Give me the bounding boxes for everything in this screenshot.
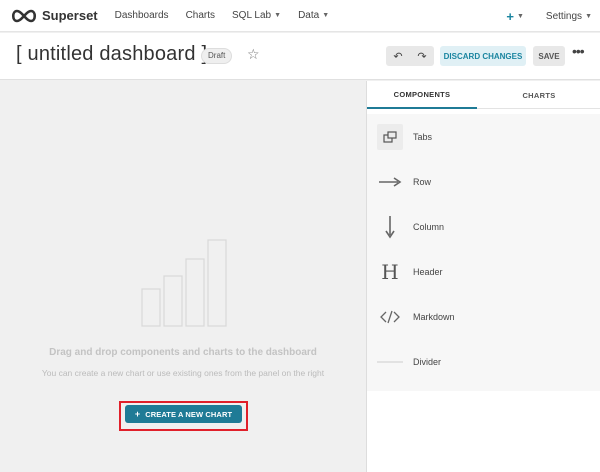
component-label: Divider bbox=[413, 356, 442, 367]
empty-state-title: Drag and drop components and charts to t… bbox=[49, 347, 317, 358]
undo-redo-group: ↶ ↷ bbox=[386, 46, 434, 66]
star-icon[interactable]: ☆ bbox=[247, 46, 260, 63]
divider-icon bbox=[377, 349, 403, 375]
component-divider[interactable]: Divider bbox=[367, 339, 600, 384]
component-row[interactable]: Row bbox=[367, 159, 600, 204]
nav-data[interactable]: Data ▼ bbox=[298, 10, 329, 21]
components-list: Tabs Row Column H Header Markdown Divide… bbox=[367, 114, 600, 391]
caret-down-icon: ▼ bbox=[322, 12, 330, 19]
component-label: Tabs bbox=[413, 131, 433, 142]
superset-logo-icon bbox=[11, 9, 37, 22]
nav-charts[interactable]: Charts bbox=[186, 10, 215, 21]
dashboard-header: [ untitled dashboard ] Draft ☆ ↶ ↷ DISCA… bbox=[0, 33, 600, 80]
status-badge: Draft bbox=[201, 48, 233, 64]
component-label: Markdown bbox=[413, 311, 455, 322]
top-navbar: Superset Dashboards Charts SQL Lab ▼ Dat… bbox=[0, 0, 600, 32]
header-icon: H bbox=[381, 259, 399, 284]
row-arrow-icon bbox=[377, 169, 403, 195]
caret-down-icon: ▼ bbox=[274, 12, 282, 19]
component-label: Row bbox=[413, 176, 432, 187]
nav-dashboards[interactable]: Dashboards bbox=[115, 10, 169, 21]
panel-tabs: COMPONENTS CHARTS bbox=[367, 81, 600, 109]
settings-label: Settings bbox=[545, 10, 583, 22]
tab-charts[interactable]: CHARTS bbox=[477, 81, 600, 109]
component-label: Header bbox=[413, 266, 443, 277]
undo-icon[interactable]: ↶ bbox=[386, 46, 410, 66]
plus-icon: + bbox=[506, 8, 514, 24]
component-tabs[interactable]: Tabs bbox=[367, 114, 600, 159]
empty-chart-illustration bbox=[141, 239, 227, 327]
nav-sql-lab-label: SQL Lab bbox=[232, 10, 272, 21]
column-arrow-icon bbox=[377, 214, 403, 240]
panel-empty-area bbox=[367, 391, 600, 472]
nav-dashboards-label: Dashboards bbox=[114, 10, 169, 21]
redo-icon[interactable]: ↷ bbox=[410, 46, 434, 66]
create-new-chart-button[interactable]: + CREATE A NEW CHART bbox=[125, 405, 242, 423]
nav-data-label: Data bbox=[298, 10, 320, 21]
tab-components[interactable]: COMPONENTS bbox=[367, 81, 477, 109]
create-new-chart-label: CREATE A NEW CHART bbox=[145, 409, 233, 419]
component-column[interactable]: Column bbox=[367, 204, 600, 249]
brand[interactable]: Superset bbox=[10, 8, 98, 23]
component-header[interactable]: H Header bbox=[367, 249, 600, 294]
nav-sql-lab[interactable]: SQL Lab ▼ bbox=[232, 10, 281, 21]
empty-state-description: You can create a new chart or use existi… bbox=[41, 368, 325, 378]
new-menu-button[interactable]: + ▼ bbox=[506, 9, 524, 24]
brand-name: Superset bbox=[42, 8, 98, 23]
more-options-icon[interactable]: ••• bbox=[572, 43, 585, 59]
component-label: Column bbox=[413, 221, 445, 232]
discard-changes-button[interactable]: DISCARD CHANGES bbox=[440, 46, 526, 66]
save-button[interactable]: SAVE bbox=[533, 46, 565, 66]
caret-down-icon: ▼ bbox=[516, 12, 524, 20]
dashboard-title[interactable]: [ untitled dashboard ] bbox=[16, 43, 207, 66]
markdown-code-icon bbox=[377, 304, 403, 330]
tabs-icon bbox=[377, 123, 403, 150]
builder-side-panel: COMPONENTS CHARTS Tabs Row Column H Head… bbox=[366, 81, 600, 472]
component-markdown[interactable]: Markdown bbox=[367, 294, 600, 339]
plus-icon: + bbox=[134, 409, 141, 419]
settings-menu[interactable]: Settings ▼ bbox=[546, 11, 592, 22]
dashboard-canvas: Drag and drop components and charts to t… bbox=[0, 81, 366, 472]
nav-charts-label: Charts bbox=[185, 10, 216, 21]
caret-down-icon: ▼ bbox=[585, 12, 592, 20]
